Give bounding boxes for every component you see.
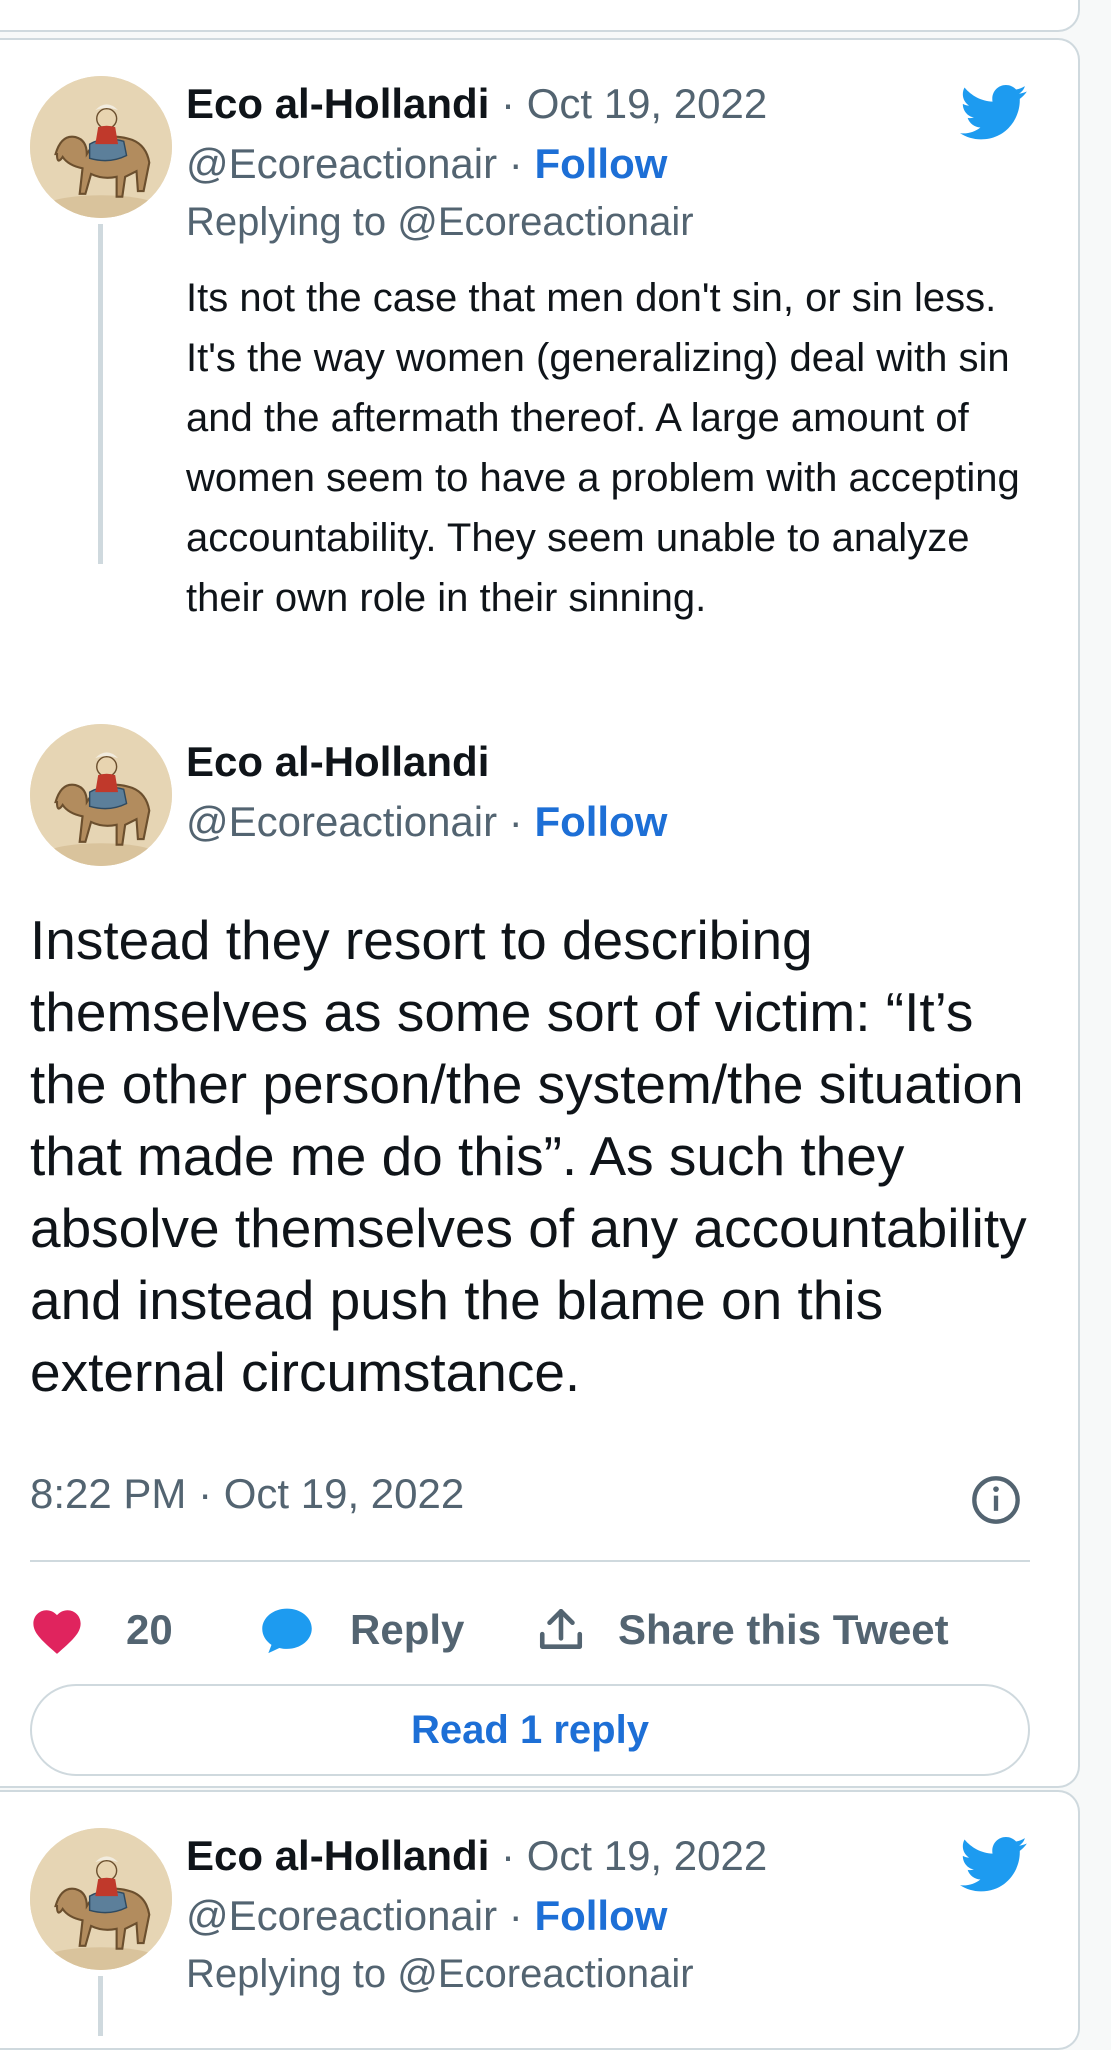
thread-connector-line (98, 1976, 103, 2036)
share-label: Share this Tweet (618, 1606, 949, 1653)
info-icon[interactable] (970, 1474, 1022, 1526)
tweet-timestamp[interactable]: 8:22 PM · Oct 19, 2022 (30, 1470, 464, 1518)
author-name[interactable]: Eco al-Hollandi (186, 80, 489, 127)
author-handle[interactable]: @Ecoreactionair (186, 798, 497, 845)
author-handle[interactable]: @Ecoreactionair (186, 140, 497, 187)
reply-handle-row: @Ecoreactionair · Follow (186, 140, 667, 188)
divider (30, 1560, 1030, 1562)
like-count: 20 (126, 1606, 173, 1653)
heart-icon (33, 1610, 81, 1654)
reply-tweet-text: Its not the case that men don't sin, or … (186, 276, 1020, 620)
avatar[interactable] (30, 1828, 172, 1970)
speech-bubble-icon (262, 1608, 312, 1654)
author-name[interactable]: Eco al-Hollandi (186, 738, 489, 786)
tweet-date[interactable]: Oct 19, 2022 (527, 80, 768, 127)
twitter-bird-icon[interactable] (960, 1836, 1028, 1894)
avatar-camel-rider-image (30, 724, 172, 866)
follow-button[interactable]: Follow (534, 798, 667, 845)
follow-button[interactable]: Follow (534, 140, 667, 187)
separator: · (497, 140, 535, 187)
author-handle[interactable]: @Ecoreactionair (186, 1892, 497, 1939)
reply-label: Reply (350, 1606, 465, 1653)
twitter-bird-icon[interactable] (960, 84, 1028, 142)
avatar-camel-rider-image (30, 1828, 172, 1970)
read-replies-label: Read 1 reply (411, 1707, 649, 1752)
avatar-camel-rider-image (30, 76, 172, 218)
next-handle-row: @Ecoreactionair · Follow (186, 1892, 667, 1940)
separator: · (497, 798, 535, 845)
main-tweet-text: Instead they resort to describing themse… (30, 909, 1027, 1403)
tweet-thread-card: Eco al-Hollandi · Oct 19, 2022 @Ecoreact… (0, 38, 1080, 1788)
tweet-actions-bar: 20 Reply Share this Tweet (30, 1600, 1040, 1660)
previous-tweet-card (0, 0, 1080, 32)
next-author-row: Eco al-Hollandi · Oct 19, 2022 (186, 1832, 767, 1880)
like-button[interactable]: 20 (30, 1600, 173, 1660)
replying-to-label: Replying to @Ecoreactionair (186, 200, 694, 244)
reply-button[interactable]: Reply (260, 1600, 464, 1660)
replying-to-label: Replying to @Ecoreactionair (186, 1952, 694, 1996)
separator: · (489, 80, 527, 127)
avatar[interactable] (30, 76, 172, 218)
main-handle-row: @Ecoreactionair · Follow (186, 798, 667, 846)
next-tweet-card: Eco al-Hollandi · Oct 19, 2022 @Ecoreact… (0, 1790, 1080, 2050)
follow-button[interactable]: Follow (534, 1892, 667, 1939)
separator: · (489, 1832, 527, 1879)
thread-connector-line (98, 224, 103, 564)
author-name[interactable]: Eco al-Hollandi (186, 1832, 489, 1879)
separator: · (497, 1892, 535, 1939)
share-upload-icon (539, 1608, 583, 1649)
avatar[interactable] (30, 724, 172, 866)
tweet-date[interactable]: Oct 19, 2022 (527, 1832, 768, 1879)
read-replies-button[interactable]: Read 1 reply (30, 1684, 1030, 1776)
reply-author-row: Eco al-Hollandi · Oct 19, 2022 (186, 80, 767, 128)
share-button[interactable]: Share this Tweet (534, 1600, 949, 1660)
